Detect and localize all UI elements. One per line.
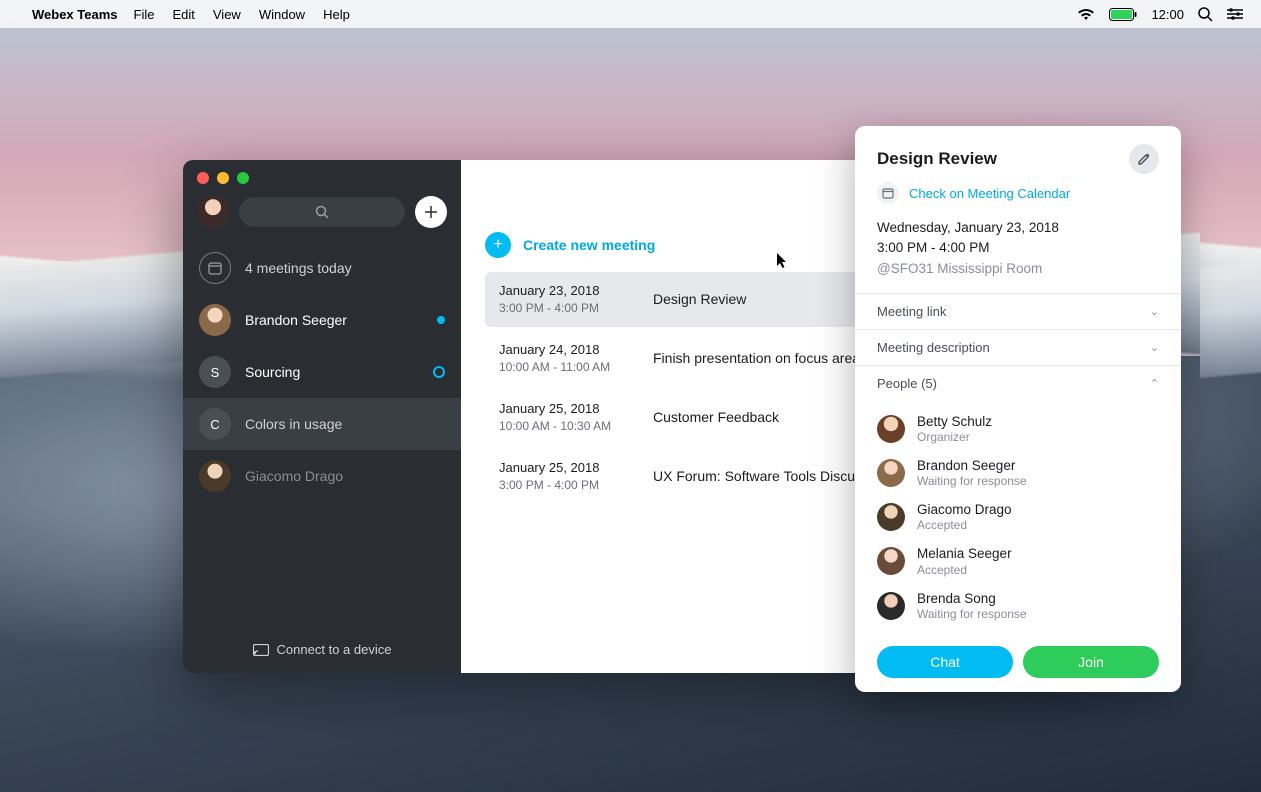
avatar (877, 415, 905, 443)
meeting-time: January 25, 2018 3:00 PM - 4:00 PM (499, 459, 629, 494)
create-meeting-label: Create new meeting (523, 237, 655, 253)
meetings-today-label: 4 meetings today (245, 260, 445, 276)
meeting-title: Customer Feedback (653, 409, 779, 425)
close-window-button[interactable] (197, 172, 209, 184)
sidebar-item-giacomo[interactable]: Giacomo Drago (183, 450, 461, 502)
avatar (877, 459, 905, 487)
sidebar-meetings-today[interactable]: 4 meetings today (183, 242, 461, 294)
avatar (877, 503, 905, 531)
menu-view[interactable]: View (213, 7, 241, 22)
meeting-title: Finish presentation on focus areas (653, 350, 867, 366)
maximize-window-button[interactable] (237, 172, 249, 184)
person-row[interactable]: Melania Seeger Accepted (877, 539, 1159, 583)
battery-icon[interactable] (1109, 8, 1137, 21)
detail-room: @SFO31 Mississippi Room (877, 259, 1159, 279)
edit-meeting-button[interactable] (1129, 144, 1159, 174)
plus-icon: + (485, 232, 511, 258)
detail-title: Design Review (877, 149, 1129, 169)
meeting-time: January 25, 2018 10:00 AM - 10:30 AM (499, 400, 629, 435)
person-row[interactable]: Brenda Song Waiting for response (877, 584, 1159, 628)
minimize-window-button[interactable] (217, 172, 229, 184)
control-center-icon[interactable] (1227, 8, 1243, 20)
menu-window[interactable]: Window (259, 7, 305, 22)
meeting-title: Design Review (653, 291, 746, 307)
connect-device-button[interactable]: Connect to a device (183, 626, 461, 673)
meeting-time: January 24, 2018 10:00 AM - 11:00 AM (499, 341, 629, 376)
mention-ring-icon (433, 366, 445, 378)
chat-button[interactable]: Chat (877, 646, 1013, 678)
chevron-down-icon: ⌄ (1150, 341, 1159, 354)
mouse-cursor-icon (777, 253, 789, 272)
sidebar-item-label: Sourcing (245, 364, 419, 380)
avatar (199, 304, 231, 336)
chevron-up-icon: ⌃ (1150, 377, 1159, 390)
search-input[interactable] (239, 197, 405, 227)
window-traffic-lights (183, 160, 461, 184)
menubar-app-name[interactable]: Webex Teams (32, 7, 118, 22)
people-list: Betty Schulz Organizer Brandon Seeger Wa… (855, 401, 1181, 638)
sidebar: 4 meetings today Brandon Seeger S Sourci… (183, 160, 461, 673)
menubar-clock[interactable]: 12:00 (1151, 7, 1184, 22)
search-icon (315, 205, 329, 219)
menu-edit[interactable]: Edit (172, 7, 194, 22)
meeting-detail-popover: Design Review Check on Meeting Calendar … (855, 126, 1181, 692)
sidebar-item-label: Brandon Seeger (245, 312, 423, 328)
sidebar-item-label: Colors in usage (245, 416, 445, 432)
section-meeting-link[interactable]: Meeting link ⌄ (855, 293, 1181, 329)
menu-help[interactable]: Help (323, 7, 350, 22)
sidebar-item-sourcing[interactable]: S Sourcing (183, 346, 461, 398)
menu-file[interactable]: File (134, 7, 155, 22)
sidebar-item-brandon[interactable]: Brandon Seeger (183, 294, 461, 346)
person-row[interactable]: Brandon Seeger Waiting for response (877, 451, 1159, 495)
avatar (877, 592, 905, 620)
plus-icon (424, 205, 438, 219)
wifi-icon[interactable] (1077, 8, 1095, 21)
detail-date: Wednesday, January 23, 2018 (877, 218, 1159, 238)
pencil-icon (1137, 152, 1151, 166)
sidebar-item-colors[interactable]: C Colors in usage (183, 398, 461, 450)
connect-device-label: Connect to a device (277, 642, 392, 657)
meeting-time: January 23, 2018 3:00 PM - 4:00 PM (499, 282, 629, 317)
avatar: S (199, 356, 231, 388)
calendar-icon (877, 182, 899, 204)
calendar-icon (199, 252, 231, 284)
avatar: C (199, 408, 231, 440)
person-row[interactable]: Betty Schulz Organizer (877, 407, 1159, 451)
join-button[interactable]: Join (1023, 646, 1159, 678)
user-avatar[interactable] (197, 196, 229, 228)
sidebar-item-label: Giacomo Drago (245, 468, 445, 484)
new-space-button[interactable] (415, 196, 447, 228)
avatar (877, 547, 905, 575)
cast-icon (253, 644, 269, 656)
person-row[interactable]: Giacomo Drago Accepted (877, 495, 1159, 539)
spotlight-icon[interactable] (1198, 7, 1213, 22)
section-meeting-description[interactable]: Meeting description ⌄ (855, 329, 1181, 365)
mac-menubar: Webex Teams File Edit View Window Help 1… (0, 0, 1261, 28)
section-people[interactable]: People (5) ⌃ (855, 365, 1181, 401)
calendar-link[interactable]: Check on Meeting Calendar (909, 186, 1070, 201)
avatar (199, 460, 231, 492)
unread-dot-icon (437, 316, 445, 324)
detail-time: 3:00 PM - 4:00 PM (877, 238, 1159, 258)
meeting-title: UX Forum: Software Tools Discussion (653, 468, 888, 484)
chevron-down-icon: ⌄ (1150, 305, 1159, 318)
